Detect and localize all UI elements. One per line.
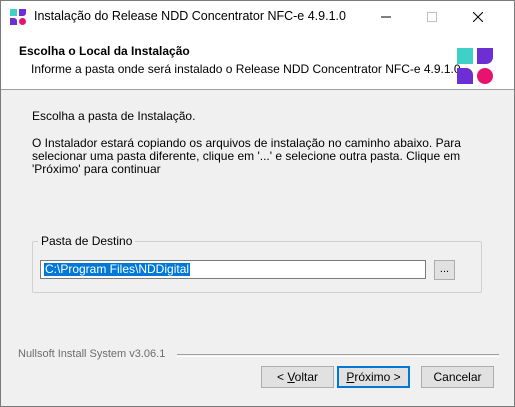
browse-button[interactable]: ...: [434, 260, 455, 280]
page-header: Escolha o Local da Instalação Informe a …: [1, 32, 514, 90]
close-icon: [473, 11, 483, 22]
next-button[interactable]: Próximo >: [337, 366, 410, 388]
maximize-button[interactable]: [409, 1, 455, 32]
installer-branding: Nullsoft Install System v3.06.1: [18, 348, 166, 360]
footer-divider: [177, 354, 499, 357]
minimize-button[interactable]: [363, 1, 409, 32]
app-icon: [10, 9, 26, 25]
minimize-icon: [381, 16, 391, 17]
back-prefix: <: [276, 370, 288, 384]
back-hotkey: V: [287, 370, 295, 384]
next-label-rest: róximo >: [354, 370, 401, 384]
back-button[interactable]: < Voltar: [261, 366, 334, 388]
installer-window: Instalação do Release NDD Concentrator N…: [0, 0, 515, 407]
window-title: Instalação do Release NDD Concentrator N…: [34, 9, 346, 23]
maximize-icon: [427, 11, 437, 22]
instruction-heading: Escolha a pasta de Instalação.: [32, 109, 196, 123]
destination-group-label: Pasta de Destino: [38, 234, 136, 248]
page-title: Escolha o Local da Instalação: [19, 44, 190, 58]
instruction-text: O Instalador estará copiando os arquivos…: [32, 136, 461, 176]
destination-path-value: C:\Program Files\NDDigital: [44, 262, 191, 276]
cancel-button[interactable]: Cancelar: [421, 366, 494, 388]
back-label-rest: oltar: [294, 370, 319, 384]
title-bar[interactable]: Instalação do Release NDD Concentrator N…: [1, 1, 514, 32]
page-subtitle: Informe a pasta onde será instalado o Re…: [31, 62, 464, 76]
destination-path-input[interactable]: C:\Program Files\NDDigital: [40, 260, 426, 279]
ndd-logo: [457, 48, 493, 84]
close-button[interactable]: [455, 1, 501, 32]
